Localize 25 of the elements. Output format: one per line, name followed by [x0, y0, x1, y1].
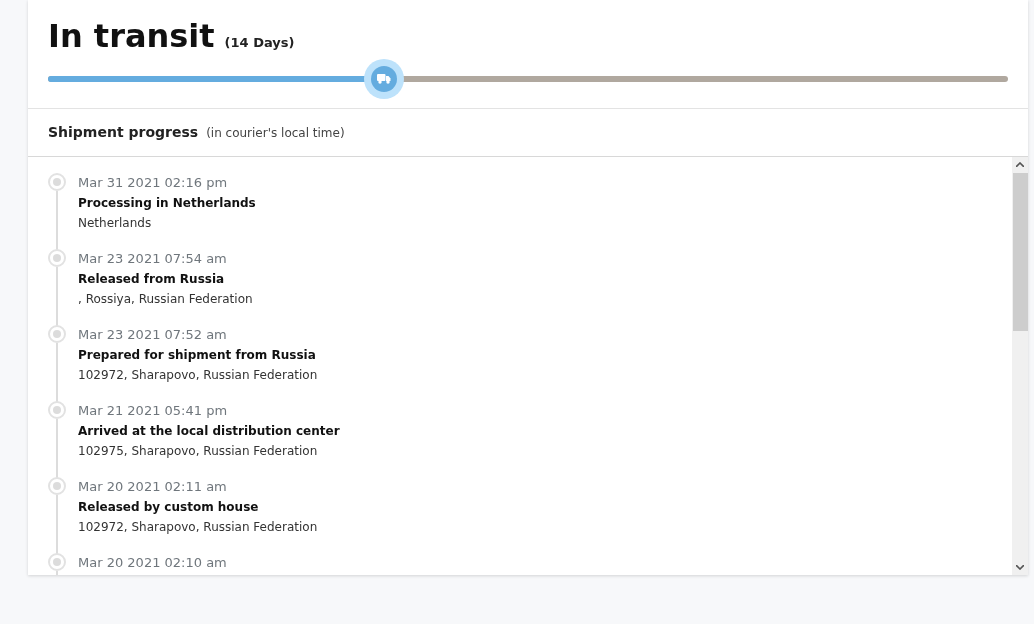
event-date: Mar 23 2021 07:54 am: [78, 250, 228, 268]
event-location: 102972, Sharapovo, Russian Federation: [78, 367, 318, 384]
scroll-up-icon[interactable]: [1016, 162, 1024, 167]
event-date: Mar 31 2021 02:16 pm: [78, 174, 229, 192]
event-date: Mar 20 2021 02:11 am: [78, 478, 228, 496]
truck-icon: [377, 74, 391, 84]
section-note: (in courier's local time): [206, 124, 345, 142]
event-location: 102972, Sharapovo, Russian Federation: [78, 519, 318, 536]
scrollbar-thumb[interactable]: [1012, 173, 1028, 331]
event-location: Netherlands: [78, 215, 153, 232]
scroll-down-icon[interactable]: [1016, 565, 1024, 570]
event-date: Mar 23 2021 07:52 am: [78, 326, 228, 344]
duration-text: (14 Days): [224, 34, 295, 52]
event-title: Prepared for shipment from Russia: [78, 347, 317, 364]
event-location: , Rossiya, Russian Federation: [78, 291, 253, 308]
status-title: In transit: [48, 16, 215, 57]
event-title: Processing in Netherlands: [78, 195, 256, 212]
event-title: Released from Russia: [78, 271, 226, 288]
section-title: Shipment progress: [48, 123, 199, 142]
scrollbar[interactable]: [1012, 157, 1028, 575]
event-date: Mar 21 2021 05:41 pm: [78, 402, 229, 420]
event-title: Released by custom house: [78, 499, 260, 516]
event-location: 102975, Sharapovo, Russian Federation: [78, 443, 319, 460]
event-title: Arrived at the local distribution center: [78, 423, 340, 440]
event-date: Mar 20 2021 02:10 am: [78, 554, 227, 572]
